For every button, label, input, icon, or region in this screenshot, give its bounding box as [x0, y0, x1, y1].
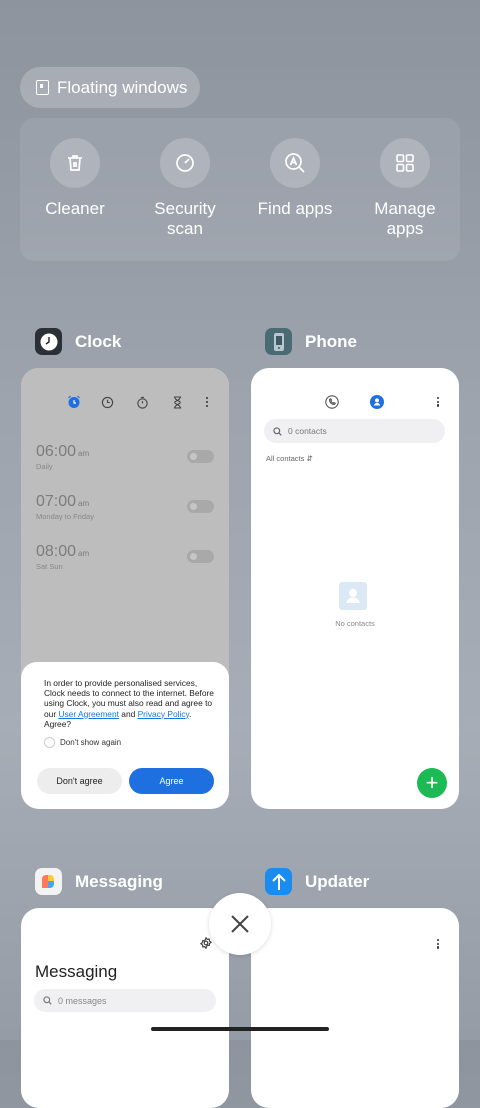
world-clock-tab-icon	[98, 393, 116, 411]
cleaner-button[interactable]: Cleaner	[20, 138, 130, 219]
messaging-app-icon	[35, 868, 62, 895]
alarm-repeat: Sat Sun	[36, 562, 63, 571]
user-agreement-link[interactable]: User Agreement	[58, 709, 119, 719]
updater-app-icon	[265, 868, 292, 895]
contacts-search-input[interactable]: 0 contacts	[264, 419, 445, 443]
alarm-time: 06:00	[36, 443, 77, 460]
alarm-toggle	[187, 550, 214, 563]
plus-icon: +	[425, 770, 439, 795]
alarm-time: 07:00	[36, 493, 77, 510]
clock-app-icon	[35, 328, 62, 355]
dont-show-again-label: Don't show again	[60, 738, 122, 747]
messaging-app-card[interactable]: Messaging 0 messages	[21, 908, 229, 1108]
alarm-tab-icon	[65, 393, 83, 411]
alarm-toggle	[187, 450, 214, 463]
find-apps-button[interactable]: Find apps	[240, 138, 350, 219]
alarm-ampm: am	[78, 499, 90, 508]
alarm-item: 08:00 am Sat Sun	[36, 543, 89, 571]
contacts-filter[interactable]: All contacts ⇵	[266, 454, 313, 463]
updater-app-name: Updater	[305, 871, 370, 891]
floating-windows-label: Floating windows	[57, 77, 188, 97]
cleaner-label: Cleaner	[45, 199, 105, 218]
privacy-policy-link[interactable]: Privacy Policy	[138, 709, 190, 719]
clear-all-button[interactable]	[209, 893, 271, 955]
alarm-repeat: Monday to Friday	[36, 512, 94, 521]
empty-contacts-icon	[339, 582, 367, 610]
security-scan-icon	[160, 138, 210, 188]
contacts-search-placeholder: 0 contacts	[288, 426, 327, 436]
dont-show-again-checkbox[interactable]: Don't show again	[44, 737, 121, 748]
phone-app-icon	[265, 328, 292, 355]
timer-tab-icon	[168, 393, 186, 411]
floating-window-icon	[36, 80, 49, 95]
consent-text: In order to provide personalised service…	[44, 678, 214, 729]
phone-app-name: Phone	[305, 331, 357, 351]
alarm-toggle	[187, 500, 214, 513]
close-icon	[231, 915, 249, 933]
dont-agree-button[interactable]: Don't agree	[37, 768, 122, 794]
quick-tools-panel: Cleaner Security scan Find apps Manage a…	[20, 118, 460, 261]
alarm-item: 06:00 am Daily	[36, 443, 89, 471]
alarm-ampm: am	[78, 449, 90, 458]
updater-app-header[interactable]: Updater	[265, 868, 369, 895]
messaging-app-name: Messaging	[75, 871, 163, 891]
more-options-icon	[437, 397, 440, 407]
contacts-filter-label: All contacts	[266, 454, 305, 463]
manage-apps-label: Manage apps	[374, 199, 436, 238]
clock-app-header[interactable]: Clock	[35, 328, 121, 355]
recents-tab-icon	[325, 395, 339, 414]
stopwatch-tab-icon	[133, 393, 151, 411]
checkbox-icon	[44, 737, 55, 748]
alarm-ampm: am	[78, 549, 90, 558]
security-scan-button[interactable]: Security scan	[130, 138, 240, 239]
consent-text-part: and	[118, 708, 138, 719]
floating-windows-button[interactable]: Floating windows	[20, 67, 200, 108]
more-options-icon	[198, 393, 216, 411]
consent-dialog: In order to provide personalised service…	[21, 662, 229, 809]
find-apps-icon	[270, 138, 320, 188]
no-contacts-label: No contacts	[335, 619, 375, 628]
messages-search-placeholder: 0 messages	[58, 995, 107, 1006]
messaging-title: Messaging	[35, 962, 118, 981]
alarm-item: 07:00 am Monday to Friday	[36, 493, 94, 521]
agree-button[interactable]: Agree	[129, 768, 214, 794]
clock-app-name: Clock	[75, 331, 122, 351]
search-icon	[273, 426, 282, 436]
home-indicator[interactable]	[151, 1027, 329, 1031]
manage-apps-button[interactable]: Manage apps	[350, 138, 460, 239]
search-icon	[43, 996, 52, 1005]
security-scan-label: Security scan	[154, 199, 216, 238]
clock-app-card[interactable]: 06:00 am Daily 07:00 am Monday to Friday 0…	[21, 368, 229, 809]
contacts-tab-icon	[370, 395, 384, 414]
add-contact-button[interactable]: +	[417, 768, 447, 798]
phone-app-header[interactable]: Phone	[265, 328, 357, 355]
find-apps-label: Find apps	[257, 199, 333, 218]
messages-search-input[interactable]: 0 messages	[34, 989, 216, 1012]
trash-icon	[50, 138, 100, 188]
manage-apps-icon	[380, 138, 430, 188]
alarm-repeat: Daily	[36, 462, 53, 471]
messaging-app-header[interactable]: Messaging	[35, 868, 163, 895]
phone-app-card[interactable]: 0 contacts All contacts ⇵ No contacts +	[251, 368, 459, 809]
alarm-time: 08:00	[36, 543, 77, 560]
updater-app-card[interactable]	[251, 908, 459, 1108]
settings-icon	[199, 936, 213, 954]
sort-arrows-icon: ⇵	[306, 454, 313, 463]
more-options-icon	[437, 939, 440, 949]
